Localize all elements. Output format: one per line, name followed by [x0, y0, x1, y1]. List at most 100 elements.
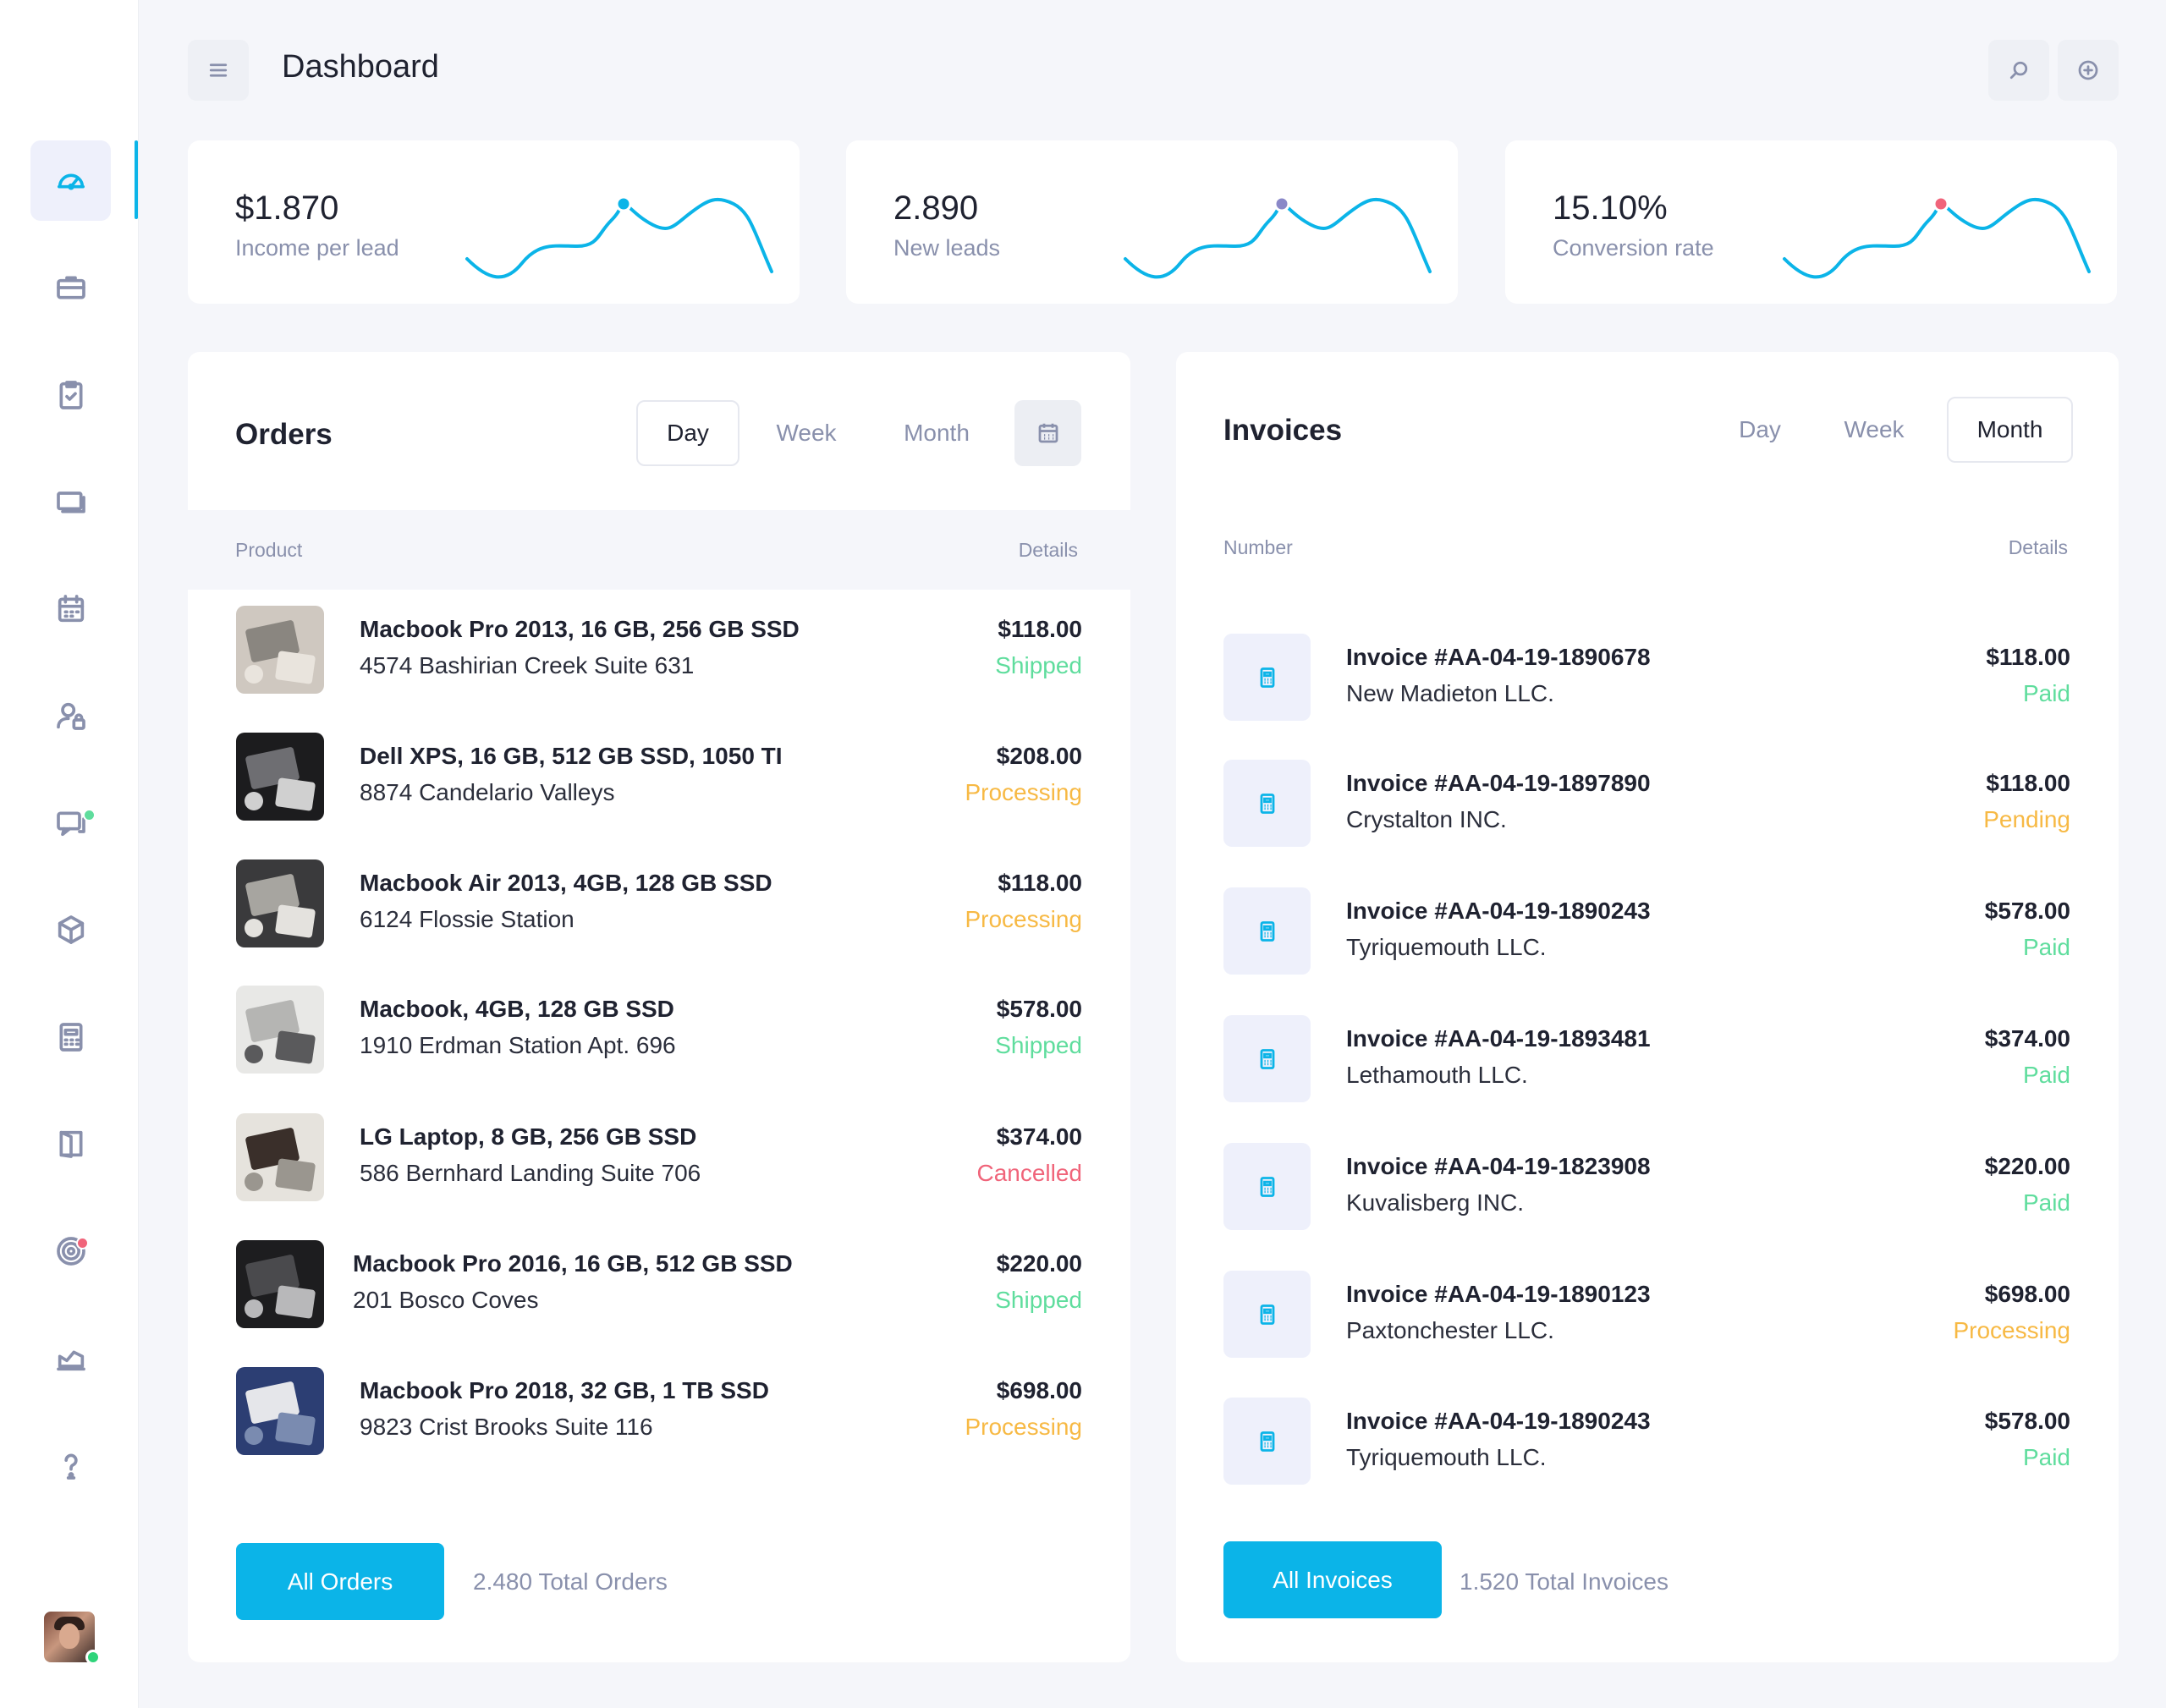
- sparkline: [1124, 195, 1432, 279]
- menu-button[interactable]: [188, 40, 249, 101]
- orders-tab-week[interactable]: Week: [755, 400, 858, 466]
- invoices-table-header: Number Details: [1176, 508, 2119, 587]
- sidebar-item-products[interactable]: [30, 889, 111, 969]
- table-row[interactable]: Macbook Pro 2016, 16 GB, 512 GB SSD 201 …: [236, 1240, 1082, 1333]
- product-thumbnail: [236, 1367, 324, 1455]
- slides-icon: [56, 491, 85, 513]
- calculator-icon: [1260, 920, 1274, 942]
- all-invoices-button[interactable]: All Invoices: [1223, 1541, 1442, 1618]
- invoice-company: Crystalton INC.: [1346, 806, 1507, 832]
- table-row[interactable]: Macbook, 4GB, 128 GB SSD 1910 Erdman Sta…: [236, 986, 1082, 1079]
- column-header-number: Number: [1223, 536, 1293, 558]
- invoices-tab-week[interactable]: Week: [1819, 397, 1929, 463]
- invoice-icon-box: [1223, 760, 1311, 847]
- calendar-icon: [1038, 423, 1058, 443]
- stat-label: Income per lead: [235, 235, 399, 261]
- calendar-icon: [58, 594, 84, 622]
- invoice-amount: $374.00: [1984, 1025, 2070, 1052]
- invoice-amount: $578.00: [1984, 1408, 2070, 1434]
- order-price: $208.00: [996, 743, 1082, 769]
- table-row[interactable]: Invoice #AA-04-19-1893481 Lethamouth LLC…: [1223, 1015, 2070, 1108]
- orders-title: Orders: [235, 418, 333, 451]
- table-row[interactable]: Invoice #AA-04-19-1823908 Kuvalisberg IN…: [1223, 1143, 2070, 1236]
- stat-value: 15.10%: [1553, 189, 1668, 227]
- calculator-icon: [1260, 1431, 1274, 1452]
- calculator-icon: [1260, 1304, 1274, 1325]
- sidebar-item-users[interactable]: [30, 675, 111, 755]
- orders-calendar-button[interactable]: [1014, 400, 1081, 466]
- table-row[interactable]: Macbook Pro 2013, 16 GB, 256 GB SSD 4574…: [236, 606, 1082, 699]
- product-address: 201 Bosco Coves: [353, 1287, 539, 1313]
- invoices-tab-month[interactable]: Month: [1947, 397, 2073, 463]
- product-address: 4574 Bashirian Creek Suite 631: [360, 652, 695, 678]
- sidebar-item-briefcase[interactable]: [30, 247, 111, 327]
- sidebar-item-slides[interactable]: [30, 461, 111, 541]
- order-status: Shipped: [995, 652, 1082, 678]
- table-row[interactable]: Dell XPS, 16 GB, 512 GB SSD, 1050 TI 887…: [236, 733, 1082, 826]
- invoice-status: Processing: [1953, 1317, 2070, 1343]
- sparkline: [465, 195, 773, 279]
- orders-tab-day[interactable]: Day: [636, 400, 739, 466]
- invoice-number: Invoice #AA-04-19-1893481: [1346, 1025, 1651, 1052]
- box-icon: [58, 914, 84, 944]
- sidebar-item-calculator[interactable]: [30, 997, 111, 1077]
- invoice-icon-box: [1223, 1143, 1311, 1230]
- column-header-details: Details: [2008, 536, 2068, 558]
- calculator-icon: [1260, 793, 1274, 814]
- table-row[interactable]: Macbook Pro 2018, 32 GB, 1 TB SSD 9823 C…: [236, 1367, 1082, 1460]
- product-name: Macbook Pro 2013, 16 GB, 256 GB SSD: [360, 616, 800, 642]
- invoice-company: Lethamouth LLC.: [1346, 1062, 1528, 1088]
- all-orders-button[interactable]: All Orders: [236, 1543, 444, 1620]
- invoice-amount: $220.00: [1984, 1153, 2070, 1179]
- sidebar-item-dashboard[interactable]: [30, 140, 111, 221]
- invoice-number: Invoice #AA-04-19-1890243: [1346, 1408, 1651, 1434]
- invoice-status: Paid: [2022, 680, 2070, 706]
- invoice-status: Paid: [2022, 1444, 2070, 1470]
- sidebar-item-targets[interactable]: [30, 1211, 111, 1291]
- invoice-company: Tyriquemouth LLC.: [1346, 934, 1547, 960]
- invoice-amount: $118.00: [1986, 770, 2070, 796]
- add-button[interactable]: [2058, 40, 2119, 101]
- orders-tab-month[interactable]: Month: [882, 400, 992, 466]
- stat-card-leads: 2.890 New leads: [846, 140, 1458, 304]
- table-row[interactable]: LG Laptop, 8 GB, 256 GB SSD 586 Bernhard…: [236, 1113, 1082, 1206]
- calculator-icon: [59, 1022, 82, 1052]
- table-row[interactable]: Invoice #AA-04-19-1890243 Tyriquemouth L…: [1223, 1398, 2070, 1491]
- invoice-status: Paid: [2022, 1189, 2070, 1216]
- invoice-icon-box: [1223, 1398, 1311, 1485]
- sidebar-active-indicator: [135, 140, 138, 219]
- invoice-icon-box: [1223, 1015, 1311, 1102]
- product-address: 8874 Candelario Valleys: [360, 779, 615, 805]
- sidebar: [0, 0, 139, 1708]
- invoice-number: Invoice #AA-04-19-1890123: [1346, 1281, 1651, 1307]
- sidebar-item-docs[interactable]: [30, 1103, 111, 1184]
- search-button[interactable]: [1988, 40, 2049, 101]
- table-row[interactable]: Invoice #AA-04-19-1890678 New Madieton L…: [1223, 634, 2070, 727]
- book-icon: [59, 1130, 82, 1158]
- sidebar-item-help[interactable]: [30, 1425, 111, 1505]
- order-status: Cancelled: [976, 1160, 1082, 1186]
- sidebar-item-analytics[interactable]: [30, 1317, 111, 1398]
- product-address: 1910 Erdman Station Apt. 696: [360, 1032, 676, 1058]
- invoices-tab-day[interactable]: Day: [1709, 397, 1811, 463]
- sidebar-item-calendar[interactable]: [30, 568, 111, 649]
- order-status: Shipped: [995, 1032, 1082, 1058]
- table-row[interactable]: Invoice #AA-04-19-1897890 Crystalton INC…: [1223, 760, 2070, 853]
- invoice-company: Tyriquemouth LLC.: [1346, 1444, 1547, 1470]
- order-status: Processing: [965, 906, 1082, 932]
- product-name: Macbook Pro 2016, 16 GB, 512 GB SSD: [353, 1250, 793, 1277]
- invoice-icon-box: [1223, 1271, 1311, 1358]
- product-name: Dell XPS, 16 GB, 512 GB SSD, 1050 TI: [360, 743, 783, 769]
- table-row[interactable]: Invoice #AA-04-19-1890243 Tyriquemouth L…: [1223, 887, 2070, 980]
- sidebar-item-messages[interactable]: [30, 783, 111, 863]
- invoices-title: Invoices: [1223, 414, 1343, 447]
- invoice-icon-box: [1223, 887, 1311, 975]
- stat-label: New leads: [893, 235, 1001, 261]
- table-row[interactable]: Invoice #AA-04-19-1890123 Paxtonchester …: [1223, 1271, 2070, 1364]
- product-address: 6124 Flossie Station: [360, 906, 574, 932]
- product-address: 586 Bernhard Landing Suite 706: [360, 1160, 701, 1186]
- invoice-company: Paxtonchester LLC.: [1346, 1317, 1554, 1343]
- sidebar-item-tasks[interactable]: [30, 354, 111, 435]
- invoice-amount: $118.00: [1986, 644, 2070, 670]
- table-row[interactable]: Macbook Air 2013, 4GB, 128 GB SSD 6124 F…: [236, 859, 1082, 953]
